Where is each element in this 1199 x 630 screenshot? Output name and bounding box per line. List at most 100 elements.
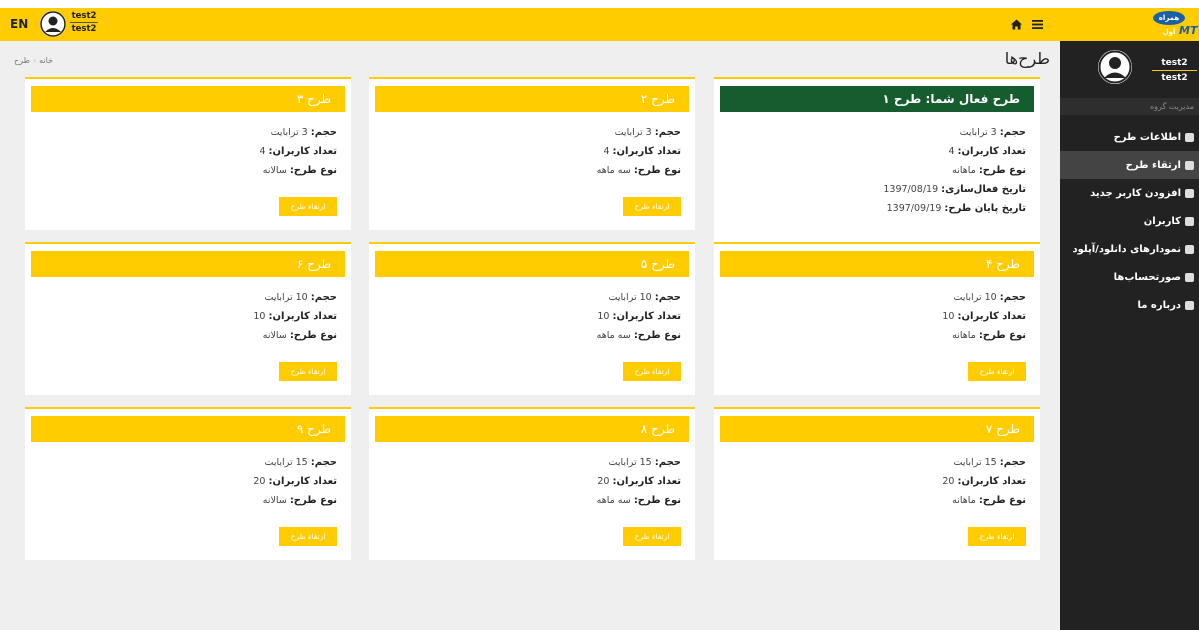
plan-details: حجم: 15 ترابایت تعداد کاربران: 20 نوع طرح:… bbox=[597, 453, 681, 510]
plan-volume-value: 3 ترابایت bbox=[270, 127, 308, 138]
plan-volume-label: حجم: bbox=[310, 127, 337, 138]
upgrade-plan-button[interactable]: ارتقاء طرح bbox=[623, 527, 681, 546]
plan-volume-value: 15 ترابایت bbox=[608, 457, 652, 468]
sidebar-item-label: صورتحساب‌ها bbox=[1113, 271, 1181, 283]
plan-users-label: تعداد کاربران: bbox=[957, 476, 1026, 487]
sidebar-item-2[interactable]: افزودن کاربر جدید bbox=[1060, 179, 1199, 207]
sidebar-item-label: درباره ما bbox=[1137, 299, 1182, 311]
plan-activation-row: تاریخ فعال‌سازی: 1397/08/19 bbox=[883, 180, 1026, 199]
home-icon[interactable] bbox=[1011, 19, 1022, 30]
plan-users-row: تعداد کاربران: 20 bbox=[597, 472, 681, 491]
info-icon bbox=[1185, 132, 1194, 142]
plan-volume-row: حجم: 15 ترابایت bbox=[597, 453, 681, 472]
topbar-user[interactable]: test2 test2 bbox=[70, 10, 98, 35]
language-switch[interactable]: EN bbox=[10, 17, 28, 31]
plan-volume-value: 10 ترابایت bbox=[608, 292, 652, 303]
plan-card: طرح ۳ حجم: 3 ترابایت تعداد کاربران: 4 نوع ط… bbox=[25, 77, 351, 230]
sidebar-item-4[interactable]: نمودارهای دانلود/آپلود bbox=[1060, 235, 1199, 263]
plan-users-value: 10 bbox=[253, 311, 266, 322]
upgrade-plan-button[interactable]: ارتقاء طرح bbox=[279, 527, 337, 546]
plan-type-value: سالانه bbox=[262, 330, 287, 341]
plan-users-label: تعداد کاربران: bbox=[957, 311, 1026, 322]
plan-title: طرح ۵ bbox=[375, 251, 689, 277]
avatar-icon[interactable] bbox=[40, 11, 66, 37]
plan-activation-label: تاریخ فعال‌سازی: bbox=[941, 184, 1026, 195]
sidebar-item-3[interactable]: کاربران bbox=[1060, 207, 1199, 235]
logo-text: MT bbox=[1179, 24, 1198, 37]
upgrade-plan-button[interactable]: ارتقاء طرح bbox=[279, 197, 337, 216]
plan-card: طرح ۷ حجم: 15 ترابایت تعداد کاربران: 20 نوع… bbox=[714, 407, 1040, 560]
plan-users-value: 20 bbox=[253, 476, 266, 487]
plan-type-value: ماهانه bbox=[952, 330, 976, 341]
topbar-group: test2 bbox=[71, 24, 97, 34]
plan-users-label: تعداد کاربران: bbox=[268, 311, 337, 322]
upgrade-plan-button[interactable]: ارتقاء طرح bbox=[623, 362, 681, 381]
plan-title: طرح ۹ bbox=[31, 416, 345, 442]
plan-end-label: تاریخ پایان طرح: bbox=[944, 203, 1026, 214]
sidebar-item-label: کاربران bbox=[1143, 215, 1181, 227]
plan-type-label: نوع طرح: bbox=[289, 165, 337, 176]
plan-volume-value: 10 ترابایت bbox=[953, 292, 997, 303]
upgrade-plan-button[interactable]: ارتقاء طرح bbox=[279, 362, 337, 381]
plan-title: طرح ۲ bbox=[375, 86, 689, 112]
plan-volume-row: حجم: 3 ترابایت bbox=[883, 123, 1026, 142]
plan-card: طرح ۸ حجم: 15 ترابایت تعداد کاربران: 20 نوع… bbox=[369, 407, 695, 560]
plan-volume-label: حجم: bbox=[654, 457, 681, 468]
plan-type-row: نوع طرح: سه ماهه bbox=[597, 491, 681, 510]
plan-card: طرح ۹ حجم: 15 ترابایت تعداد کاربران: 20 نوع… bbox=[25, 407, 351, 560]
plan-volume-row: حجم: 15 ترابایت bbox=[253, 453, 337, 472]
plan-volume-value: 15 ترابایت bbox=[953, 457, 997, 468]
breadcrumb-home[interactable]: خانه bbox=[39, 56, 53, 65]
plan-users-row: تعداد کاربران: 10 bbox=[597, 307, 681, 326]
sidebar-item-label: افزودن کاربر جدید bbox=[1090, 187, 1181, 199]
plan-type-value: سه ماهه bbox=[596, 165, 631, 176]
sidebar-item-label: نمودارهای دانلود/آپلود bbox=[1072, 243, 1182, 255]
plan-card: طرح ۵ حجم: 10 ترابایت تعداد کاربران: 10 نوع… bbox=[369, 242, 695, 395]
plan-volume-row: حجم: 10 ترابایت bbox=[597, 288, 681, 307]
plan-volume-row: حجم: 10 ترابایت bbox=[942, 288, 1026, 307]
plan-type-label: نوع طرح: bbox=[633, 165, 681, 176]
sidebar-group-label: مدیریت گروه bbox=[1060, 98, 1199, 115]
plan-type-row: نوع طرح: سالانه bbox=[259, 161, 337, 180]
about-icon bbox=[1185, 300, 1194, 310]
plan-volume-label: حجم: bbox=[654, 292, 681, 303]
plan-card: طرح ۶ حجم: 10 ترابایت تعداد کاربران: 10 نوع… bbox=[25, 242, 351, 395]
plan-volume-label: حجم: bbox=[654, 127, 681, 138]
upgrade-plan-button[interactable]: ارتقاء طرح bbox=[623, 197, 681, 216]
plan-details: حجم: 15 ترابایت تعداد کاربران: 20 نوع طرح:… bbox=[942, 453, 1026, 510]
plan-type-value: سالانه bbox=[262, 495, 287, 506]
chart-icon bbox=[1185, 244, 1194, 254]
sidebar-item-0[interactable]: اطلاعات طرح bbox=[1060, 123, 1199, 151]
plan-type-label: نوع طرح: bbox=[978, 165, 1026, 176]
users-icon bbox=[1185, 216, 1194, 226]
plan-type-row: نوع طرح: سه ماهه bbox=[597, 326, 681, 345]
sidebar-item-1[interactable]: ارتقاء طرح bbox=[1060, 151, 1199, 179]
plan-type-row: نوع طرح: سه ماهه bbox=[597, 161, 681, 180]
sidebar-item-label: اطلاعات طرح bbox=[1113, 131, 1181, 143]
top-bar: EN test2 test2 همراه اول MT bbox=[0, 8, 1199, 41]
breadcrumb: خانه›طرح bbox=[14, 56, 53, 65]
plan-end-value: 1397/09/19 bbox=[886, 203, 942, 214]
plan-details: حجم: 3 ترابایت تعداد کاربران: 4 نوع طرح: س… bbox=[259, 123, 337, 180]
upgrade-plan-button[interactable]: ارتقاء طرح bbox=[968, 527, 1026, 546]
sidebar: test2 test2 مدیریت گروه اطلاعات طرح ارتقا… bbox=[1060, 41, 1199, 630]
plan-type-label: نوع طرح: bbox=[289, 330, 337, 341]
plan-type-row: نوع طرح: ماهانه bbox=[883, 161, 1026, 180]
sidebar-username: test2 bbox=[1152, 56, 1197, 71]
sidebar-item-5[interactable]: صورتحساب‌ها bbox=[1060, 263, 1199, 291]
plan-card: طرح ۴ حجم: 10 ترابایت تعداد کاربران: 10 نوع… bbox=[714, 242, 1040, 395]
sidebar-item-6[interactable]: درباره ما bbox=[1060, 291, 1199, 319]
menu-icon[interactable] bbox=[1032, 20, 1043, 29]
upgrade-plan-button[interactable]: ارتقاء طرح bbox=[968, 362, 1026, 381]
plan-users-value: 20 bbox=[942, 476, 955, 487]
sidebar-menu: اطلاعات طرح ارتقاء طرح افزودن کاربر جدید کا… bbox=[1060, 123, 1199, 319]
plan-users-row: تعداد کاربران: 20 bbox=[253, 472, 337, 491]
sidebar-group: test2 bbox=[1161, 73, 1188, 83]
plan-type-label: نوع طرح: bbox=[633, 330, 681, 341]
plan-users-row: تعداد کاربران: 20 bbox=[942, 472, 1026, 491]
plan-volume-label: حجم: bbox=[310, 292, 337, 303]
plan-users-row: تعداد کاربران: 4 bbox=[597, 142, 681, 161]
page-title: طرح‌ها bbox=[1004, 49, 1050, 68]
plan-volume-value: 3 ترابایت bbox=[614, 127, 652, 138]
plan-type-label: نوع طرح: bbox=[633, 495, 681, 506]
